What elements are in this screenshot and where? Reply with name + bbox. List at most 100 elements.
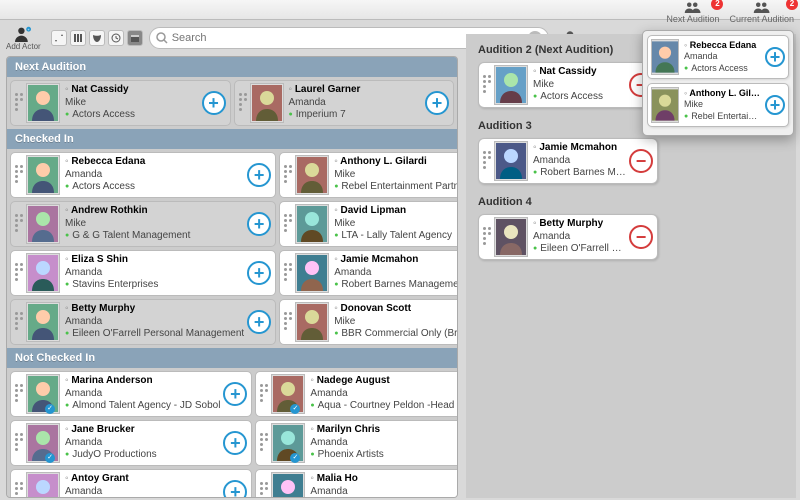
drag-handle-icon[interactable] bbox=[483, 227, 491, 247]
popover-card[interactable]: Rebecca Edana Amanda Actors Access bbox=[647, 35, 789, 79]
actor-reader: Amanda bbox=[533, 231, 626, 244]
actor-card[interactable]: ✓ Marina Anderson Amanda Almond Talent A… bbox=[10, 371, 252, 417]
drag-handle-icon[interactable] bbox=[239, 93, 247, 113]
avatar bbox=[295, 155, 329, 195]
add-actor-button[interactable]: + Add Actor bbox=[6, 26, 41, 51]
add-button[interactable] bbox=[247, 310, 271, 334]
drag-handle-icon[interactable] bbox=[15, 433, 23, 453]
add-button[interactable] bbox=[202, 91, 226, 115]
add-button[interactable] bbox=[223, 431, 247, 455]
actor-reader: Amanda bbox=[334, 267, 458, 280]
section-header-not-checked-in: Not Checked In bbox=[7, 348, 457, 368]
remove-button[interactable] bbox=[629, 149, 653, 173]
avatar bbox=[271, 423, 305, 463]
section-header-next-audition: Next Audition bbox=[7, 57, 457, 77]
sort-icon[interactable] bbox=[51, 30, 67, 46]
actor-name: Rebecca Edana bbox=[65, 156, 244, 169]
filter-icon[interactable] bbox=[70, 30, 86, 46]
actor-agency: Robert Barnes Ma… bbox=[533, 167, 626, 180]
actor-card[interactable]: Nat Cassidy Mike Actors Access bbox=[10, 80, 231, 126]
audition-2-card[interactable]: Nat Cassidy Mike Actors Access bbox=[478, 62, 658, 108]
clock-icon[interactable] bbox=[108, 30, 124, 46]
popover-card[interactable]: Anthony L. Gilardi Mike Rebel Entertainm… bbox=[647, 83, 789, 127]
next-audition-badge: 2 bbox=[711, 0, 723, 10]
avatar bbox=[295, 204, 329, 244]
drag-handle-icon[interactable] bbox=[260, 384, 268, 404]
drag-handle-icon[interactable] bbox=[284, 165, 292, 185]
audition-4-card[interactable]: Betty Murphy Amanda Eileen O'Farrell Pe… bbox=[478, 214, 658, 260]
add-button[interactable] bbox=[223, 382, 247, 406]
actor-card[interactable]: ✓ Nadege August Amanda Aqua - Courtney P… bbox=[255, 371, 458, 417]
actor-card[interactable]: Donovan Scott Mike BBR Commercial Only (… bbox=[279, 299, 458, 345]
actor-card[interactable]: Eliza S Shin Amanda Stavins Enterprises bbox=[10, 250, 276, 296]
actor-reader: Mike bbox=[684, 99, 762, 110]
drag-handle-icon[interactable] bbox=[15, 384, 23, 404]
actor-agency: Actors Access bbox=[533, 91, 626, 104]
actor-name: Marilyn Chris bbox=[310, 424, 458, 437]
remove-button[interactable] bbox=[629, 225, 653, 249]
drag-handle-icon[interactable] bbox=[483, 151, 491, 171]
actor-card[interactable]: Jamie Mcmahon Amanda Robert Barnes Manag… bbox=[279, 250, 458, 296]
drag-handle-icon[interactable] bbox=[15, 165, 23, 185]
actor-name: Betty Murphy bbox=[533, 218, 626, 231]
actor-reader: Mike bbox=[65, 218, 244, 231]
actor-reader: Amanda bbox=[65, 267, 244, 280]
drag-handle-icon[interactable] bbox=[284, 263, 292, 283]
actor-name: Rebecca Edana bbox=[684, 40, 762, 51]
actor-card[interactable]: Andrew Rothkin Mike G & G Talent Managem… bbox=[10, 201, 276, 247]
actor-card[interactable]: Betty Murphy Amanda Eileen O'Farrell Per… bbox=[10, 299, 276, 345]
add-button[interactable] bbox=[425, 91, 449, 115]
avatar bbox=[26, 204, 60, 244]
drag-handle-icon[interactable] bbox=[15, 93, 23, 113]
audition-3-card[interactable]: Jamie Mcmahon Amanda Robert Barnes Ma… bbox=[478, 138, 658, 184]
add-button[interactable] bbox=[247, 261, 271, 285]
drag-handle-icon[interactable] bbox=[260, 482, 268, 498]
drag-handle-icon[interactable] bbox=[260, 433, 268, 453]
drag-handle-icon[interactable] bbox=[284, 214, 292, 234]
actor-list-panel[interactable]: Next Audition Nat Cassidy Mike Actors Ac… bbox=[6, 56, 458, 498]
actor-name: Antoy Grant bbox=[65, 473, 220, 486]
actor-card[interactable]: ✓ Marilyn Chris Amanda Phoenix Artists bbox=[255, 420, 458, 466]
actor-agency: Eileen O'Farrell Pe… bbox=[533, 243, 626, 256]
avatar bbox=[295, 302, 329, 342]
add-button[interactable] bbox=[247, 212, 271, 236]
actor-name: Eliza S Shin bbox=[65, 254, 244, 267]
actor-reader: Mike bbox=[334, 316, 458, 329]
add-button[interactable] bbox=[765, 95, 785, 115]
actor-reader: Amanda bbox=[65, 316, 244, 329]
actor-card[interactable]: ✓ Malia Ho Amanda Daniel Hoff Agency - C… bbox=[255, 469, 458, 498]
drag-handle-icon[interactable] bbox=[483, 75, 491, 95]
calendar-icon[interactable] bbox=[127, 30, 143, 46]
avatar bbox=[651, 39, 679, 75]
actor-name: Andrew Rothkin bbox=[65, 205, 244, 218]
avatar bbox=[271, 374, 305, 414]
mask-icon[interactable] bbox=[89, 30, 105, 46]
drag-handle-icon[interactable] bbox=[284, 312, 292, 332]
actor-name: Jane Brucker bbox=[65, 424, 220, 437]
actor-card[interactable]: ✓ Jane Brucker Amanda JudyO Productions bbox=[10, 420, 252, 466]
actor-name: Nat Cassidy bbox=[533, 66, 626, 79]
actor-card[interactable]: Rebecca Edana Amanda Actors Access bbox=[10, 152, 276, 198]
actor-reader: Amanda bbox=[310, 486, 458, 498]
avatar bbox=[271, 472, 305, 498]
drag-handle-icon[interactable] bbox=[15, 214, 23, 234]
actor-card[interactable]: David Lipman Mike LTA - Lally Talent Age… bbox=[279, 201, 458, 247]
actor-card[interactable]: Anthony L. Gilardi Mike Rebel Entertainm… bbox=[279, 152, 458, 198]
drag-handle-icon[interactable] bbox=[15, 263, 23, 283]
add-button[interactable] bbox=[765, 47, 785, 67]
drag-handle-icon[interactable] bbox=[15, 482, 23, 498]
drag-handle-icon[interactable] bbox=[15, 312, 23, 332]
audition-4-header: Audition 4 bbox=[472, 192, 790, 212]
actor-name: Anthony L. Gilardi bbox=[334, 156, 458, 169]
add-actor-label: Add Actor bbox=[6, 42, 41, 51]
add-button[interactable] bbox=[247, 163, 271, 187]
search-icon bbox=[156, 32, 168, 44]
actor-agency: Actors Access bbox=[65, 181, 244, 194]
avatar bbox=[651, 87, 679, 123]
actor-reader: Amanda bbox=[533, 155, 626, 168]
actor-name: Nat Cassidy bbox=[65, 84, 199, 97]
actor-name: Jamie Mcmahon bbox=[533, 142, 626, 155]
actor-card[interactable]: ✓ Antoy Grant Amanda MGM Talent Manageme… bbox=[10, 469, 252, 498]
actor-card[interactable]: Laurel Garner Amanda Imperium 7 bbox=[234, 80, 455, 126]
add-button[interactable] bbox=[223, 480, 247, 498]
